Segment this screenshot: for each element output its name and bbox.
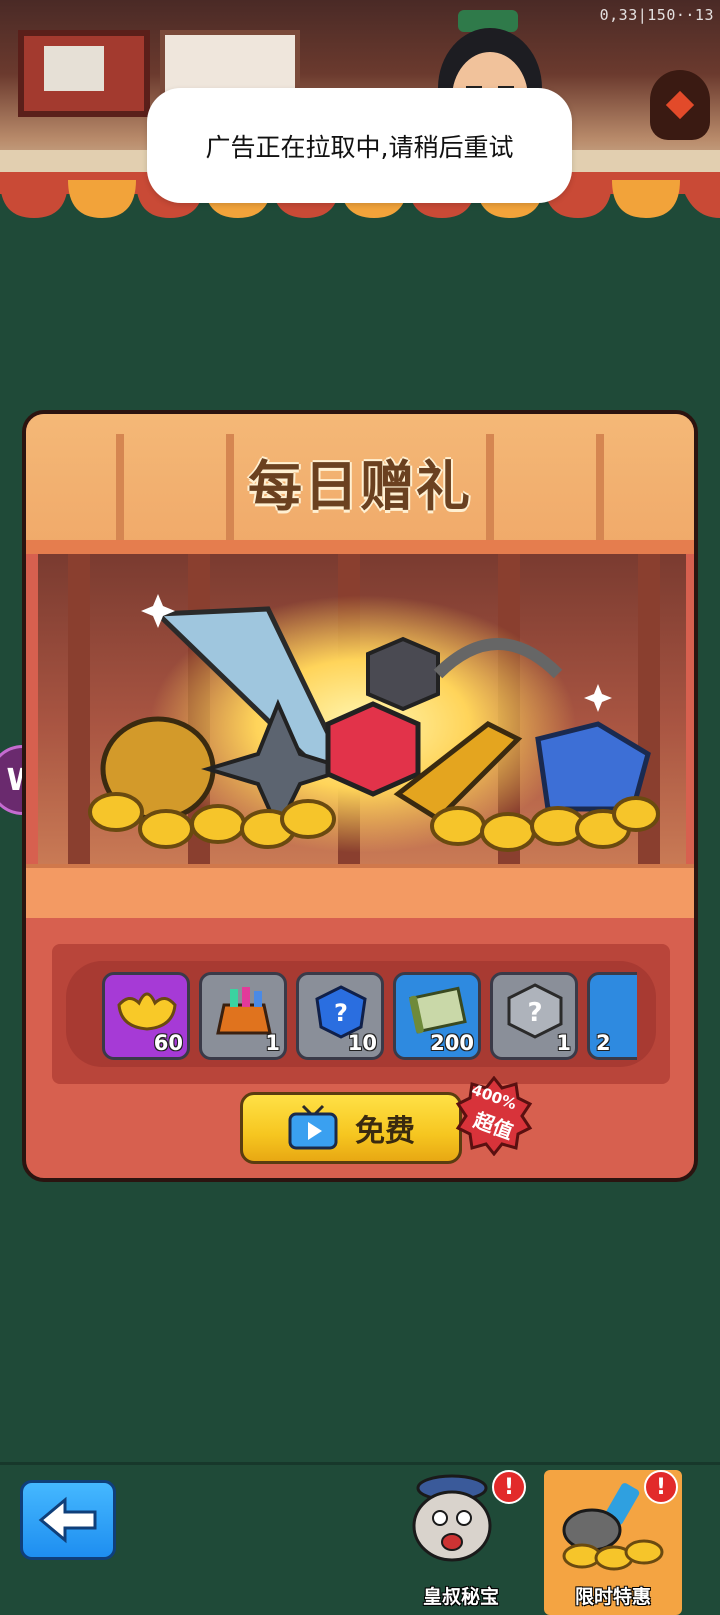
video-ad-icon xyxy=(288,1104,338,1150)
shop-counter xyxy=(26,864,694,918)
panel-title: 每日赠礼 xyxy=(248,455,472,518)
reward-items-list[interactable]: 60 1 ? 10 200 ? 1 2 xyxy=(102,972,637,1064)
item-count: 1 xyxy=(265,1031,280,1055)
scene-pot xyxy=(650,70,710,140)
item-count: 2 xyxy=(596,1031,611,1055)
reward-item-scroll[interactable]: 200 xyxy=(393,972,481,1060)
tab-uncle-treasure[interactable]: ! 皇叔秘宝 xyxy=(392,1470,530,1615)
value-badge: 400% 超值 xyxy=(454,1076,534,1156)
item-count: 60 xyxy=(153,1031,183,1055)
item-count: 10 xyxy=(347,1031,377,1055)
scene-window xyxy=(18,30,150,117)
bottom-nav-bar: ! 皇叔秘宝 ! 限时特惠 xyxy=(0,1462,720,1615)
free-button-label: 免费 xyxy=(355,1114,415,1149)
reward-item-partial[interactable]: 2 xyxy=(587,972,637,1060)
arrow-left-icon xyxy=(38,1496,97,1544)
reward-showcase xyxy=(38,554,686,864)
svg-text:?: ? xyxy=(334,999,348,1027)
reward-item-gift-bag[interactable]: 1 xyxy=(199,972,287,1060)
reward-item-blue-mystery-gem[interactable]: ? 10 xyxy=(296,972,384,1060)
item-count: 200 xyxy=(430,1031,474,1055)
item-count: 1 xyxy=(556,1031,571,1055)
tab-label: 限时特惠 xyxy=(574,1586,651,1608)
back-button[interactable] xyxy=(20,1480,116,1560)
daily-gift-panel: 每日赠礼 60 1 ? 10 200 ? 1 2 免费 400% 超值 xyxy=(22,410,698,1182)
reward-item-mystery-box[interactable]: ? 1 xyxy=(490,972,578,1060)
tab-limited-offer[interactable]: ! 限时特惠 xyxy=(544,1470,682,1615)
free-claim-button[interactable]: 免费 xyxy=(240,1092,462,1164)
tab-label: 皇叔秘宝 xyxy=(422,1586,499,1608)
debug-overlay-text: 0,33|150··13 xyxy=(599,6,714,24)
tab-alert-icon: ! xyxy=(644,1470,678,1504)
svg-text:?: ? xyxy=(527,998,542,1028)
roof-edge xyxy=(26,540,694,554)
reward-item-gold-ingot[interactable]: 60 xyxy=(102,972,190,1060)
reward-pile-illustration xyxy=(88,594,660,852)
toast-message: 广告正在拉取中,请稍后重试 xyxy=(147,88,572,203)
tab-alert-icon: ! xyxy=(492,1470,526,1504)
